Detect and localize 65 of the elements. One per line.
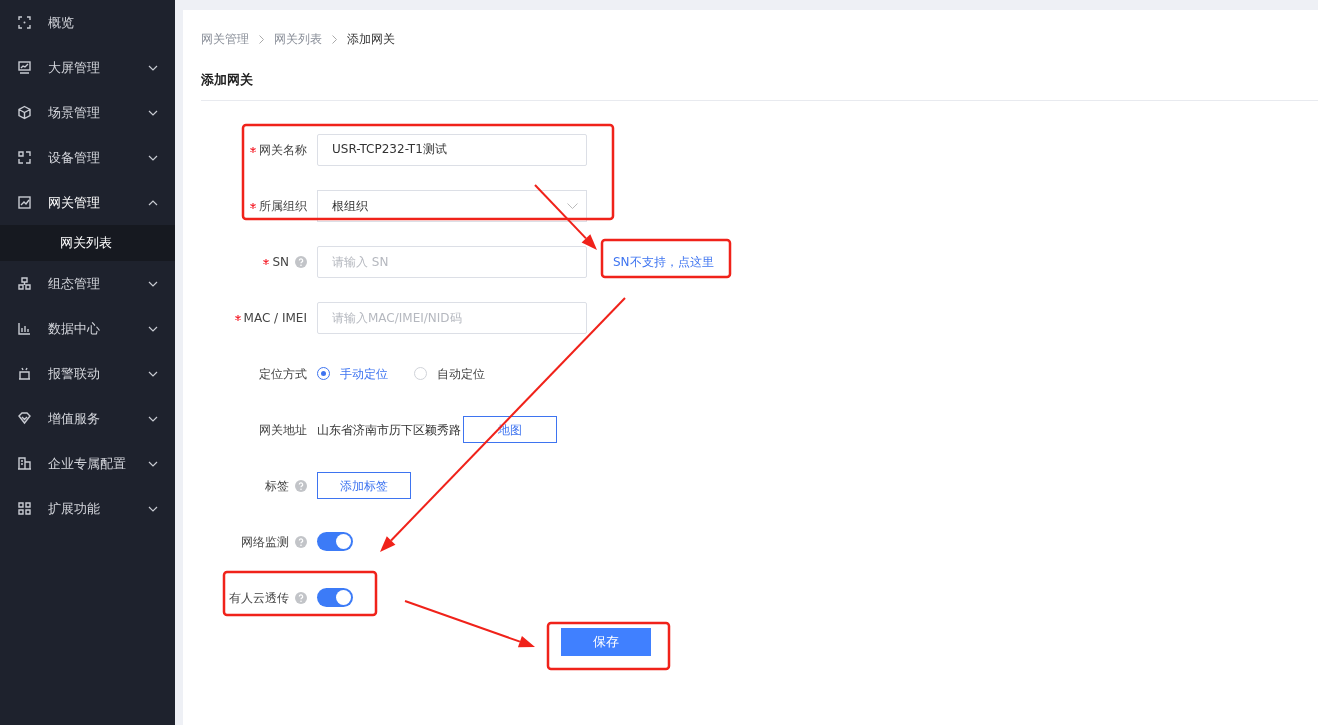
sidebar-subitem[interactable]: 网关列表 — [0, 225, 175, 261]
field-label: 定位方式 — [259, 365, 307, 383]
field-label: SN — [272, 253, 289, 271]
help-icon[interactable] — [295, 535, 307, 548]
field-label: 网关名称 — [259, 141, 307, 159]
chevron-up-icon — [148, 199, 158, 206]
breadcrumb-link[interactable]: 网关管理 — [201, 30, 249, 48]
sidebar-item[interactable]: 企业专属配置 — [0, 441, 175, 486]
chevron-down-icon — [148, 505, 158, 512]
sidebar-item[interactable]: 组态管理 — [0, 261, 175, 306]
radio-option[interactable]: 手动定位 — [317, 364, 388, 383]
chevron-down-icon — [567, 202, 578, 209]
add-tag-button[interactable]: 添加标签 — [317, 472, 411, 499]
chevron-down-icon — [148, 460, 158, 467]
help-icon[interactable] — [295, 255, 307, 268]
chevron-down-icon — [148, 109, 158, 116]
sidebar-item[interactable]: 大屏管理 — [0, 45, 175, 90]
grid-icon — [17, 501, 32, 516]
help-icon[interactable] — [295, 591, 307, 604]
save-button[interactable]: 保存 — [561, 627, 651, 656]
sidebar-item[interactable]: 增值服务 — [0, 396, 175, 441]
chevron-down-icon — [148, 64, 158, 71]
input-field[interactable]: USR-TCP232-T1测试 — [317, 133, 587, 166]
field-label: MAC / IMEI — [243, 309, 307, 327]
sidebar-item[interactable]: 场景管理 — [0, 90, 175, 135]
dashed-grid-icon — [17, 150, 32, 165]
breadcrumb-link[interactable]: 网关列表 — [274, 30, 322, 48]
chevron-right-icon — [332, 34, 337, 44]
diamond-icon — [17, 411, 32, 426]
toggle-switch[interactable] — [317, 588, 353, 607]
toggle-switch[interactable] — [317, 532, 353, 551]
address-text: 山东省济南市历下区颖秀路 — [317, 421, 461, 439]
select-field[interactable]: 根组织 — [317, 189, 587, 222]
page-title: 添加网关 — [201, 70, 1318, 101]
hierarchy-icon — [17, 276, 32, 291]
sidebar-item[interactable]: 报警联动 — [0, 351, 175, 396]
field-label: 网关地址 — [259, 421, 307, 439]
chevron-down-icon — [148, 154, 158, 161]
chevron-down-icon — [148, 325, 158, 332]
input-field[interactable]: 请输入 SN — [317, 245, 587, 278]
alarm-light-icon — [17, 366, 32, 381]
field-label: 网络监测 — [241, 533, 289, 551]
field-label: 标签 — [265, 477, 289, 495]
annotation-arrow — [534, 184, 597, 250]
monitor-icon — [17, 60, 32, 75]
sidebar-item[interactable]: 网关管理 — [0, 180, 175, 225]
chevron-right-icon — [259, 34, 264, 44]
radio-option[interactable]: 自动定位 — [414, 364, 485, 383]
help-icon[interactable] — [295, 479, 307, 492]
bar-chart-icon — [17, 321, 32, 336]
chevron-down-icon — [148, 370, 158, 377]
chevron-down-icon — [148, 280, 158, 287]
chevron-down-icon — [148, 415, 158, 422]
field-label: 所属组织 — [259, 197, 307, 215]
focus-frame-icon — [17, 15, 32, 30]
sidebar-item[interactable]: 设备管理 — [0, 135, 175, 180]
help-link[interactable]: SN不支持，点这里 — [613, 252, 714, 271]
field-label: 有人云透传 — [229, 589, 289, 607]
sidebar-item[interactable]: 数据中心 — [0, 306, 175, 351]
line-chart-icon — [17, 195, 32, 210]
input-field[interactable]: 请输入MAC/IMEI/NID码 — [317, 301, 587, 334]
sidebar-item[interactable]: 概览 — [0, 0, 175, 45]
cube-icon — [17, 105, 32, 120]
building-icon — [17, 456, 32, 471]
sidebar-item[interactable]: 扩展功能 — [0, 486, 175, 531]
